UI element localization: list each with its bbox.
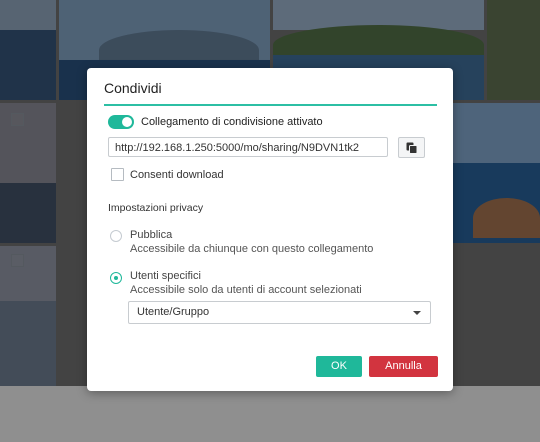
ok-button[interactable]: OK xyxy=(316,356,362,377)
option-specific-users-description: Accessibile solo da utenti di account se… xyxy=(130,284,362,296)
option-public-title: Pubblica xyxy=(130,229,173,241)
share-dialog: Condividi Collegamento di condivisione a… xyxy=(87,68,453,391)
toggle-knob xyxy=(122,117,132,127)
allow-download-checkbox[interactable] xyxy=(111,168,124,181)
privacy-section-label: Impostazioni privacy xyxy=(108,202,204,214)
allow-download-label: Consenti download xyxy=(130,169,224,181)
radio-specific-users[interactable] xyxy=(110,272,122,284)
share-link-toggle-label: Collegamento di condivisione attivato xyxy=(141,116,323,128)
copy-icon xyxy=(406,142,418,154)
option-public-description: Accessibile da chiunque con questo colle… xyxy=(130,243,374,255)
option-specific-users-title: Utenti specifici xyxy=(130,270,201,282)
user-group-select[interactable]: Utente/Gruppo xyxy=(128,301,431,324)
copy-link-button[interactable] xyxy=(398,137,425,158)
radio-public[interactable] xyxy=(110,230,122,242)
user-group-select-value: Utente/Gruppo xyxy=(137,306,210,318)
dialog-title: Condividi xyxy=(104,80,162,96)
share-url-field[interactable]: http://192.168.1.250:5000/mo/sharing/N9D… xyxy=(108,137,388,157)
chevron-down-icon xyxy=(413,311,421,315)
empty-area xyxy=(0,386,540,442)
cancel-button[interactable]: Annulla xyxy=(369,356,438,377)
title-divider xyxy=(104,104,437,106)
share-link-toggle[interactable] xyxy=(108,115,134,129)
